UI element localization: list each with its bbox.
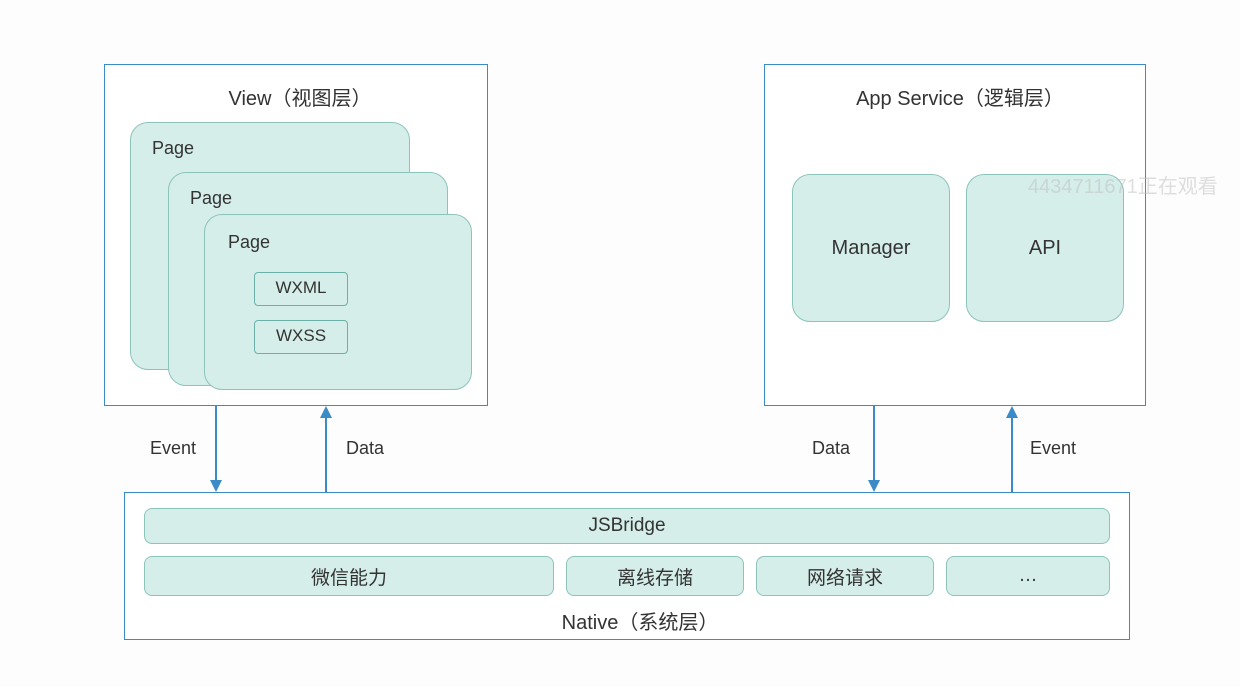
arrow-svc-data-down [864,406,884,492]
offline-storage-bar: 离线存储 [566,556,744,596]
wechat-capability-bar: 微信能力 [144,556,554,596]
wxml-box: WXML [254,272,348,306]
offline-storage-label: 离线存储 [617,563,693,590]
network-request-label: 网络请求 [807,563,883,590]
page-label-back: Page [152,138,194,159]
network-request-bar: 网络请求 [756,556,934,596]
appservice-layer-title: App Service（逻辑层） [840,82,1080,111]
manager-label: Manager [832,237,911,260]
label-view-data: Data [346,438,384,459]
label-view-event: Event [150,438,196,459]
arrow-svc-event-up [1002,406,1022,492]
view-layer-title: View（视图层） [200,82,400,111]
api-label: API [1029,237,1061,260]
label-svc-data: Data [812,438,850,459]
manager-card: Manager [792,174,950,322]
api-card: API [966,174,1124,322]
jsbridge-bar: JSBridge [144,508,1110,544]
label-svc-event: Event [1030,438,1076,459]
more-label: … [1019,565,1038,587]
arrow-view-event-down [206,406,226,492]
jsbridge-label: JSBridge [588,515,665,537]
native-layer-title: Native（系统层） [540,606,740,635]
page-label-front: Page [228,232,270,253]
more-bar: … [946,556,1110,596]
wechat-capability-label: 微信能力 [311,563,387,590]
wxss-box: WXSS [254,320,348,354]
page-label-mid: Page [190,188,232,209]
arrow-view-data-up [316,406,336,492]
